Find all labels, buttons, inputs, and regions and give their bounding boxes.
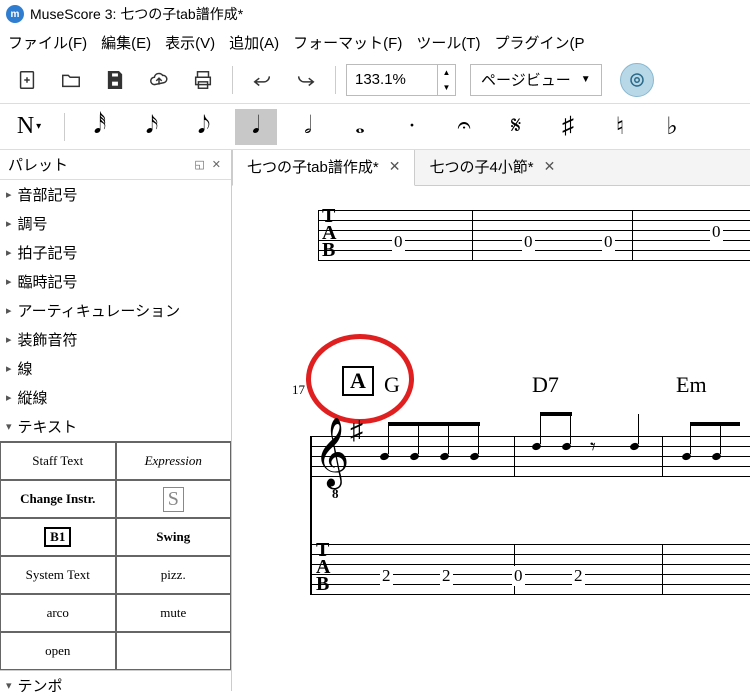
palette-clefs[interactable]: 音部記号 bbox=[0, 180, 231, 209]
zoom-control[interactable]: ▲ ▼ bbox=[346, 64, 456, 96]
palette-header: パレット ◱ ✕ bbox=[0, 150, 231, 180]
eighth-rest: 𝄾 bbox=[590, 434, 596, 460]
document-tabs: 七つの子tab譜作成*✕ 七つの子4小節*✕ bbox=[232, 150, 750, 186]
palette-timesig[interactable]: 拍子記号 bbox=[0, 238, 231, 267]
menu-edit[interactable]: 編集(E) bbox=[101, 32, 151, 53]
main-toolbar: ▲ ▼ ページビュー ▼ bbox=[0, 56, 750, 104]
redo-button[interactable] bbox=[287, 61, 325, 99]
undo-button[interactable] bbox=[243, 61, 281, 99]
view-mode-label: ページビュー bbox=[481, 69, 571, 90]
palette-grace[interactable]: 装飾音符 bbox=[0, 325, 231, 354]
treble-clef: 𝄞 bbox=[314, 418, 349, 487]
fermata[interactable]: 𝄐 bbox=[443, 109, 485, 145]
chevron-down-icon: ▼ bbox=[581, 74, 591, 85]
note-half[interactable]: 𝅗𝅥 bbox=[287, 109, 329, 145]
zoom-input[interactable] bbox=[347, 71, 437, 88]
note-input-toggle[interactable]: N▾ bbox=[8, 109, 50, 145]
key-sharp: ♯ bbox=[350, 416, 363, 446]
fret-num: 0 bbox=[512, 566, 525, 586]
note-32nd[interactable]: 𝅘𝅥𝅯 bbox=[131, 109, 173, 145]
menu-view[interactable]: 表示(V) bbox=[165, 32, 215, 53]
title-bar: m MuseScore 3: 七つの子tab譜作成* bbox=[0, 0, 750, 28]
open-cell[interactable]: open bbox=[0, 632, 116, 670]
note-whole[interactable]: 𝅝 bbox=[339, 109, 381, 145]
tab-doc1[interactable]: 七つの子tab譜作成*✕ bbox=[232, 150, 415, 186]
pizz-cell[interactable]: pizz. bbox=[116, 556, 232, 594]
chord-em: Em bbox=[676, 372, 707, 398]
tab-label: TAB bbox=[322, 208, 336, 259]
close-icon[interactable]: ✕ bbox=[389, 158, 401, 175]
measure-number: 17 bbox=[292, 382, 305, 398]
natural[interactable]: ♮ bbox=[599, 109, 641, 145]
open-button[interactable] bbox=[52, 61, 90, 99]
rehearsal-cell[interactable]: B1 bbox=[0, 518, 116, 556]
empty-cell[interactable] bbox=[116, 632, 232, 670]
score-canvas[interactable]: TAB 0 0 0 0 17 A G D7 Em 𝄞 8 ♯ bbox=[232, 186, 750, 691]
sharp[interactable]: ♯ bbox=[547, 109, 589, 145]
clef-8: 8 bbox=[332, 486, 339, 502]
menu-format[interactable]: フォーマット(F) bbox=[293, 32, 402, 53]
separator bbox=[64, 113, 65, 141]
palette-panel: パレット ◱ ✕ 音部記号 調号 拍子記号 臨時記号 アーティキュレーション 装… bbox=[0, 150, 232, 691]
palette-keysig[interactable]: 調号 bbox=[0, 209, 231, 238]
note-8th[interactable]: 𝅘𝅥𝅮 bbox=[183, 109, 225, 145]
fret-num: 2 bbox=[572, 566, 585, 586]
palette-accidentals[interactable]: 臨時記号 bbox=[0, 267, 231, 296]
image-capture-button[interactable] bbox=[620, 63, 654, 97]
separator bbox=[335, 66, 336, 94]
swing-cell[interactable]: Swing bbox=[116, 518, 232, 556]
menu-bar: ファイル(F) 編集(E) 表示(V) 追加(A) フォーマット(F) ツール(… bbox=[0, 28, 750, 56]
text-palette-grid: Staff TextExpression Change Instr.S B1Sw… bbox=[0, 441, 231, 670]
print-button[interactable] bbox=[184, 61, 222, 99]
note-toolbar: N▾ 𝅘𝅥𝅰 𝅘𝅥𝅯 𝅘𝅥𝅮 𝅘𝅥 𝅗𝅥 𝅝 · 𝄐 𝄋 ♯ ♮ ♭ bbox=[0, 104, 750, 150]
mute-cell[interactable]: mute bbox=[116, 594, 232, 632]
zoom-down[interactable]: ▼ bbox=[438, 80, 455, 95]
fret-num: 0 bbox=[392, 232, 405, 252]
palette-articulation[interactable]: アーティキュレーション bbox=[0, 296, 231, 325]
flip[interactable]: 𝄋 bbox=[495, 109, 537, 145]
menu-add[interactable]: 追加(A) bbox=[229, 32, 279, 53]
app-icon: m bbox=[6, 5, 24, 23]
flat[interactable]: ♭ bbox=[651, 109, 693, 145]
fret-num: 2 bbox=[380, 566, 393, 586]
expression-cell[interactable]: Expression bbox=[116, 442, 232, 480]
menu-file[interactable]: ファイル(F) bbox=[8, 32, 87, 53]
chord-d7: D7 bbox=[532, 372, 559, 398]
zoom-up[interactable]: ▲ bbox=[438, 65, 455, 80]
palette-title: パレット bbox=[8, 154, 68, 175]
chord-g: G bbox=[384, 372, 400, 398]
note-64th[interactable]: 𝅘𝅥𝅰 bbox=[79, 109, 121, 145]
system-text-cell[interactable]: System Text bbox=[0, 556, 116, 594]
palette-barlines[interactable]: 縦線 bbox=[0, 383, 231, 412]
fret-num: 0 bbox=[602, 232, 615, 252]
note-quarter[interactable]: 𝅘𝅥 bbox=[235, 109, 277, 145]
view-mode-select[interactable]: ページビュー ▼ bbox=[470, 64, 602, 96]
tab-doc2[interactable]: 七つの子4小節*✕ bbox=[415, 150, 569, 185]
arco-cell[interactable]: arco bbox=[0, 594, 116, 632]
menu-tools[interactable]: ツール(T) bbox=[416, 32, 480, 53]
note-dot[interactable]: · bbox=[391, 109, 433, 145]
window-title: MuseScore 3: 七つの子tab譜作成* bbox=[30, 4, 243, 24]
fret-num: 0 bbox=[710, 222, 723, 242]
palette-list: 音部記号 調号 拍子記号 臨時記号 アーティキュレーション 装飾音符 線 縦線 … bbox=[0, 180, 231, 441]
swing-s-cell[interactable]: S bbox=[116, 480, 232, 518]
change-instr-cell[interactable]: Change Instr. bbox=[0, 480, 116, 518]
palette-tempo[interactable]: テンポ bbox=[0, 670, 231, 700]
palette-text[interactable]: テキスト bbox=[0, 412, 231, 441]
palette-lines[interactable]: 線 bbox=[0, 354, 231, 383]
palette-float-close[interactable]: ◱ ✕ bbox=[194, 158, 223, 171]
staff-text-cell[interactable]: Staff Text bbox=[0, 442, 116, 480]
save-button[interactable] bbox=[96, 61, 134, 99]
separator bbox=[232, 66, 233, 94]
tab-label: TAB bbox=[316, 542, 330, 593]
menu-plugins[interactable]: プラグイン(P bbox=[494, 32, 584, 53]
new-button[interactable] bbox=[8, 61, 46, 99]
fret-num: 0 bbox=[522, 232, 535, 252]
cloud-button[interactable] bbox=[140, 61, 178, 99]
fret-num: 2 bbox=[440, 566, 453, 586]
close-icon[interactable]: ✕ bbox=[544, 158, 556, 175]
